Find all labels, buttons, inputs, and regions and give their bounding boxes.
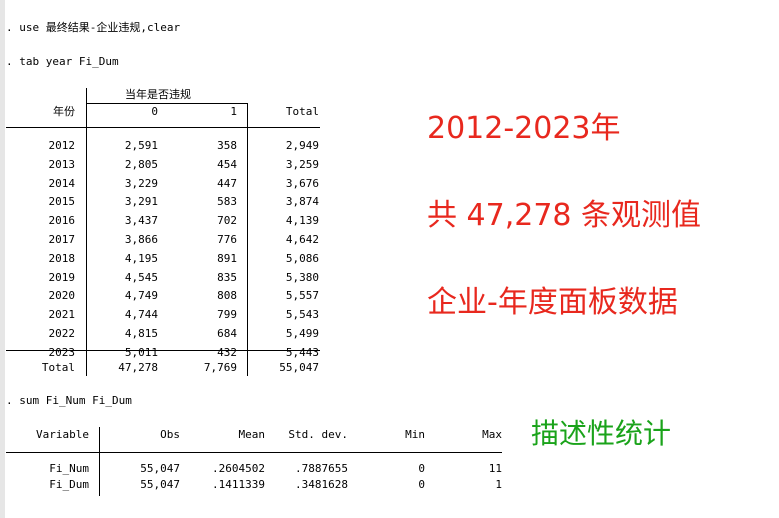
- tab-row-val-1: 799: [217, 308, 237, 322]
- tab-row-val-1: 835: [217, 270, 237, 284]
- sum-row-sd: .7887655: [295, 462, 348, 475]
- tab-row-total: 5,443: [285, 345, 319, 359]
- sum-row-min: 0: [418, 478, 425, 491]
- tab-row-val-1: 776: [217, 233, 237, 246]
- tab-row-year: 2012: [48, 139, 76, 152]
- tab-row-val-0: 4,815: [124, 327, 158, 340]
- annotation-panel: 企业-年度面板数据: [427, 285, 678, 320]
- tab-row-val-1: 702: [217, 214, 237, 228]
- sum-row-variable: Fi_Num: [49, 462, 89, 475]
- tab-row-total: 5,543: [285, 308, 319, 322]
- tab-row-year: 2021: [48, 308, 76, 322]
- sum-row-obs: 55,047: [140, 462, 180, 475]
- tab-row-val-0: 2,805: [124, 157, 158, 171]
- tab-row-val-1: 891: [217, 251, 237, 265]
- sum-header-mean: Mean: [238, 428, 266, 441]
- tab-row-year: 2017: [48, 233, 76, 246]
- tab-row-val-0: 2,591: [124, 139, 158, 152]
- tab-right-divider: [247, 103, 248, 376]
- tab-row-val-1: 454: [217, 157, 237, 171]
- command-sum: . sum Fi_Num Fi_Dum: [6, 394, 132, 407]
- tab-left-divider: [86, 88, 87, 376]
- tab-row-val-0: 3,291: [124, 195, 158, 209]
- tab-row-val-1: 447: [217, 176, 237, 190]
- tab-row-year: 2015: [48, 195, 76, 209]
- annotation-years: 2012-2023年: [427, 111, 621, 146]
- tab-row-val-1: 432: [217, 345, 237, 359]
- tab-row-total: 5,557: [285, 289, 319, 303]
- tab-row-val-0: 3,437: [124, 214, 158, 228]
- tab-row-total: 2,949: [285, 139, 319, 152]
- tab-row-val-0: 4,744: [124, 308, 158, 322]
- annotation-descriptive: 描述性统计: [531, 417, 672, 450]
- tab-row-year: 2022: [48, 327, 76, 340]
- tab-row-year: 2018: [48, 251, 76, 265]
- tab-total-label: Total: [41, 361, 75, 374]
- sum-header-rule: [6, 452, 502, 453]
- sum-row-max: 1: [495, 478, 502, 491]
- tab-row-val-0: 4,545: [124, 270, 158, 284]
- tab-row-year: 2013: [48, 157, 76, 171]
- sum-row-mean: .1411339: [212, 478, 265, 491]
- scrollbar[interactable]: [0, 0, 5, 518]
- tab-row-year: 2016: [48, 214, 76, 228]
- sum-header-min: Min: [405, 428, 425, 441]
- tab-row-val-0: 4,195: [124, 251, 158, 265]
- sum-header-max: Max: [482, 428, 502, 441]
- command-tab: . tab year Fi_Dum: [6, 55, 119, 68]
- annotation-observations: 共 47,278 条观测值: [427, 198, 702, 233]
- tab-row-val-0: 5,011: [124, 345, 158, 359]
- tab-row-total: 5,086: [285, 251, 319, 265]
- sum-divider: [99, 427, 100, 496]
- tab-row-val-0: 4,749: [124, 289, 158, 303]
- tab-row-year: 2023: [48, 345, 76, 359]
- sum-header-variable: Variable: [36, 428, 89, 441]
- tab-super-header: 当年是否违规: [125, 88, 191, 101]
- sum-row-mean: .2604502: [212, 462, 265, 475]
- tab-header-total: Total: [285, 105, 319, 118]
- tab-total-total: 55,047: [279, 361, 319, 374]
- tab-row-val-1: 358: [217, 139, 237, 152]
- tab-header-rule: [6, 127, 320, 128]
- tab-total-1: 7,769: [203, 361, 237, 374]
- tab-row-total: 5,380: [285, 270, 319, 284]
- sum-row-sd: .3481628: [295, 478, 348, 491]
- tab-row-total: 3,676: [285, 176, 319, 190]
- sum-row-obs: 55,047: [140, 478, 180, 491]
- tab-row-year: 2014: [48, 176, 76, 190]
- tab-row-total: 3,874: [285, 195, 319, 209]
- tab-row-val-1: 684: [217, 327, 237, 340]
- tab-header-0: 0: [151, 105, 158, 118]
- sum-header-sd: Std. dev.: [288, 428, 348, 441]
- tab-header-year: 年份: [53, 105, 75, 118]
- sum-row-max: 11: [488, 462, 502, 475]
- tab-row-total: 4,642: [285, 233, 319, 246]
- tab-header-1: 1: [230, 105, 237, 118]
- tab-row-total: 5,499: [285, 327, 319, 340]
- tab-row-total: 4,139: [285, 214, 319, 228]
- tab-row-total: 3,259: [285, 157, 319, 171]
- tab-row-val-0: 3,229: [124, 176, 158, 190]
- tab-row-val-0: 3,866: [124, 233, 158, 246]
- tab-row-val-1: 808: [217, 289, 237, 303]
- tab-row-year: 2019: [48, 270, 76, 284]
- tab-row-val-1: 583: [217, 195, 237, 209]
- tab-total-rule: [6, 350, 320, 351]
- command-use: . use 最终结果-企业违规,clear: [6, 21, 181, 34]
- sum-row-variable: Fi_Dum: [49, 478, 89, 491]
- sum-row-min: 0: [418, 462, 425, 475]
- sum-header-obs: Obs: [160, 428, 180, 441]
- tab-total-0: 47,278: [118, 361, 158, 374]
- tab-row-year: 2020: [48, 289, 76, 303]
